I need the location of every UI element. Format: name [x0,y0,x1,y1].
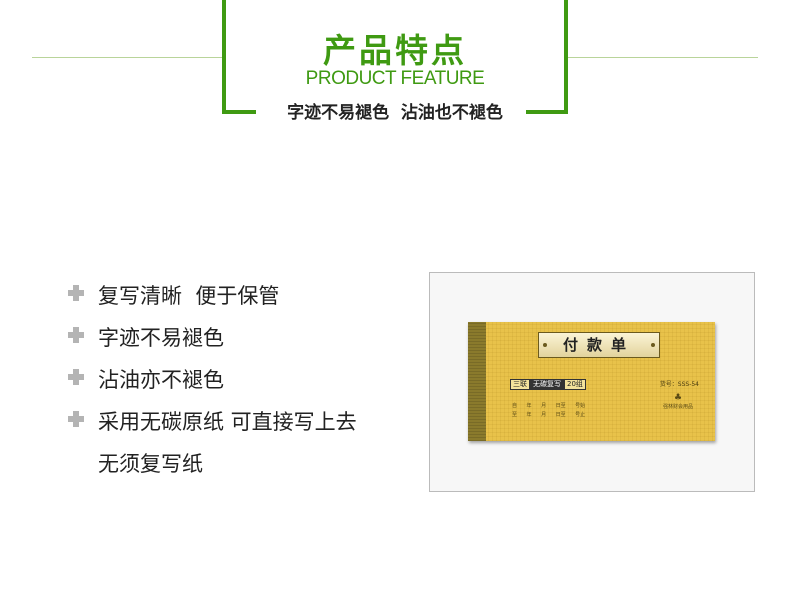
book-spine [468,322,486,441]
plate-pin [651,343,655,347]
header-subtitle: 字迹不易褪色 沾油也不褪色 [287,103,503,123]
header-title-en: PRODUCT FEATURE [305,68,485,89]
date-fields: 自 年 月 日至 号始至 年 月 日至 号止 [512,402,585,420]
cross-bullet-icon [68,369,84,385]
brand-mark: ♣ 强林财会用品 [663,393,693,410]
feature-text: 字迹不易褪色 [98,326,224,350]
header-title-cn: 产品特点 [323,31,467,70]
spec-tag: 20组 [564,379,586,390]
cross-bullet-icon [68,411,84,427]
cross-bullet-icon [68,327,84,343]
spec-tag: 三联 [510,379,530,390]
brand-text: 强林财会用品 [663,404,694,410]
product-photo: 付款单 三联 无碳复写 20组 货号：SSS-54 自 年 月 日至 号始至 年… [429,272,755,492]
plate-pin [543,343,547,347]
feature-item: 采用无碳原纸 可直接写上去 [68,406,357,478]
cross-bullet-icon [68,285,84,301]
clover-logo-icon: ♣ [673,393,683,403]
model-number: 货号：SSS-54 [659,381,699,388]
cover-title: 付款单 [562,336,635,354]
feature-continuation: 无须复写纸 [98,452,203,476]
feature-text: 沾油亦不褪色 [98,368,224,392]
header-line-right [568,57,758,58]
receipt-book: 付款单 三联 无碳复写 20组 货号：SSS-54 自 年 月 日至 号始至 年… [468,322,715,441]
feature-text: 复写清晰 便于保管 [98,284,280,308]
field-row: 自 年 月 日至 号始 [512,403,586,409]
cover-title-plate: 付款单 [538,332,660,358]
field-row: 至 年 月 日至 号止 [512,412,586,418]
spec-tags: 三联 无碳复写 20组 [510,379,586,390]
feature-text: 采用无碳原纸 可直接写上去 [98,410,357,434]
header-line-left [32,57,222,58]
spec-tag: 无碳复写 [530,379,564,390]
